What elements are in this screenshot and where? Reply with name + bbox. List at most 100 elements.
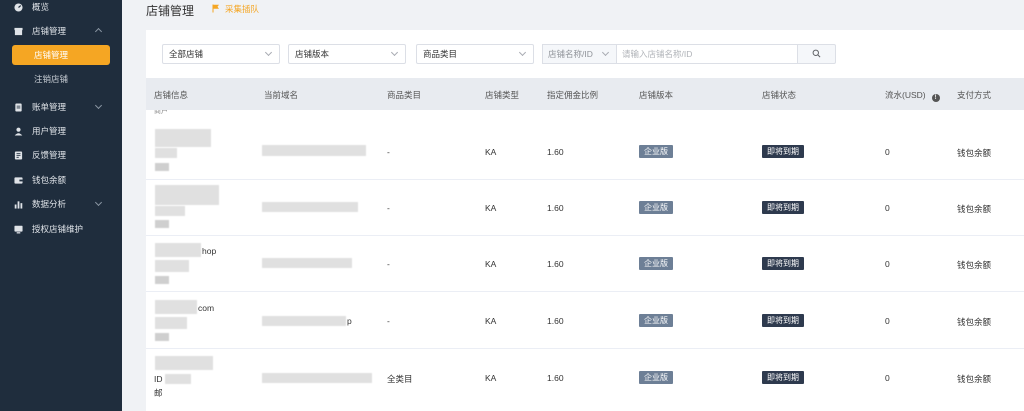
column-header-payment: 支付方式 bbox=[957, 90, 992, 100]
redacted-store-name bbox=[155, 356, 213, 370]
page-title: 店铺管理 bbox=[146, 4, 195, 18]
sidebar: 概览 店铺管理 店铺管理 注销店铺 账单管理 用户管理 反馈管理 钱包余额 数据… bbox=[0, 0, 122, 411]
sidebar-item-data-analysis[interactable]: 数据分析 bbox=[0, 193, 122, 215]
sidebar-item-authorized-store-maintenance[interactable]: 授权店铺维护 bbox=[0, 218, 122, 240]
flow-cell: 0 bbox=[885, 316, 890, 326]
sidebar-item-overview[interactable]: 概览 bbox=[0, 0, 122, 18]
chevron-down-icon bbox=[94, 198, 103, 207]
search-button[interactable] bbox=[798, 44, 836, 64]
table-row[interactable]: - KA 1.60 企业版 即将到期 0 钱包余额 bbox=[146, 180, 1024, 236]
redacted-store-name bbox=[155, 300, 197, 314]
store-icon bbox=[14, 27, 23, 36]
flow-cell: 0 bbox=[885, 147, 890, 157]
column-header-flow: 流水(USD)! bbox=[885, 89, 940, 102]
product-category-select[interactable]: 商品类目 bbox=[416, 44, 534, 64]
payment-cell: 钱包余额 bbox=[957, 260, 992, 270]
store-email-label: 邮 bbox=[154, 388, 163, 398]
flow-cell: 0 bbox=[885, 203, 890, 213]
column-header-store-info: 店铺信息 bbox=[154, 90, 189, 100]
redacted-domain bbox=[262, 145, 366, 156]
status-badge: 即将到期 bbox=[762, 257, 804, 270]
domain-suffix: p bbox=[347, 316, 352, 326]
user-icon bbox=[14, 127, 23, 136]
redacted-store-id bbox=[155, 220, 169, 228]
partial-row-text: 商户 bbox=[154, 110, 168, 115]
column-header-domain: 当前域名 bbox=[264, 90, 299, 100]
sidebar-item-label: 反馈管理 bbox=[32, 150, 67, 160]
store-type-cell: KA bbox=[485, 316, 497, 326]
redacted-domain bbox=[262, 373, 372, 383]
sidebar-item-label: 钱包余额 bbox=[32, 175, 67, 185]
sidebar-item-label: 账单管理 bbox=[32, 102, 67, 112]
sidebar-item-bill-management[interactable]: 账单管理 bbox=[0, 96, 122, 118]
category-cell: 全类目 bbox=[387, 374, 413, 384]
commission-cell: 1.60 bbox=[547, 316, 564, 326]
sidebar-item-label: 店铺管理 bbox=[32, 26, 67, 36]
payment-cell: 钱包余额 bbox=[957, 374, 992, 384]
redacted-store-detail bbox=[155, 206, 185, 216]
store-name-suffix: com bbox=[198, 303, 215, 313]
chevron-down-icon bbox=[94, 101, 103, 110]
payment-cell: 钱包余额 bbox=[957, 317, 992, 327]
redacted-store-detail bbox=[155, 317, 187, 329]
sidebar-subitem-store-management[interactable]: 店铺管理 bbox=[12, 45, 110, 65]
category-cell: - bbox=[387, 259, 390, 269]
chevron-down-icon bbox=[601, 48, 610, 57]
table-row[interactable]: hop - KA 1.60 企业版 即将到期 0 钱包余额 bbox=[146, 236, 1024, 292]
commission-cell: 1.60 bbox=[547, 259, 564, 269]
column-header-store-type: 店铺类型 bbox=[485, 90, 520, 100]
all-stores-select[interactable]: 全部店铺 bbox=[162, 44, 280, 64]
category-cell: - bbox=[387, 203, 390, 213]
chart-icon bbox=[14, 200, 23, 209]
select-value: 全部店铺 bbox=[169, 49, 204, 59]
sidebar-item-wallet-balance[interactable]: 钱包余额 bbox=[0, 169, 122, 191]
status-badge: 即将到期 bbox=[762, 145, 804, 158]
redacted-store-detail bbox=[155, 260, 189, 272]
column-header-flow-label: 流水(USD) bbox=[885, 90, 926, 100]
status-badge: 即将到期 bbox=[762, 371, 804, 384]
select-value: 商品类目 bbox=[423, 49, 458, 59]
redacted-store-name bbox=[155, 185, 219, 205]
sidebar-subitem-label: 注销店铺 bbox=[34, 74, 69, 84]
table-row[interactable]: com p - KA 1.60 企业版 即将到期 0 钱包余额 bbox=[146, 293, 1024, 349]
collect-link-label: 采集插队 bbox=[225, 4, 260, 14]
store-version-select[interactable]: 店铺版本 bbox=[288, 44, 406, 64]
redacted-store-detail bbox=[155, 148, 177, 158]
search-type-select[interactable]: 店铺名称/ID bbox=[542, 44, 616, 64]
sidebar-item-store-management[interactable]: 店铺管理 bbox=[0, 20, 122, 42]
flag-icon bbox=[212, 4, 220, 15]
sidebar-item-user-management[interactable]: 用户管理 bbox=[0, 120, 122, 142]
redacted-store-id bbox=[155, 333, 169, 341]
dashboard-icon bbox=[14, 2, 23, 12]
flow-cell: 0 bbox=[885, 373, 890, 383]
monitor-icon bbox=[14, 225, 23, 234]
sidebar-subitem-cancel-store[interactable]: 注销店铺 bbox=[12, 69, 110, 89]
commission-cell: 1.60 bbox=[547, 203, 564, 213]
table-row[interactable]: - KA 1.60 企业版 即将到期 0 钱包余额 bbox=[146, 124, 1024, 180]
collect-link[interactable]: 采集插队 bbox=[212, 3, 259, 15]
version-badge: 企业版 bbox=[639, 314, 673, 327]
sidebar-item-label: 数据分析 bbox=[32, 199, 67, 209]
store-type-cell: KA bbox=[485, 203, 497, 213]
chevron-down-icon bbox=[518, 48, 527, 57]
column-header-version: 店铺版本 bbox=[639, 90, 674, 100]
payment-cell: 钱包余额 bbox=[957, 204, 992, 214]
search-icon bbox=[812, 49, 821, 60]
table-row[interactable]: ID 邮 全类目 KA 1.60 企业版 即将到期 0 钱包余额 bbox=[146, 350, 1024, 411]
sidebar-subitem-label: 店铺管理 bbox=[34, 50, 69, 60]
category-cell: - bbox=[387, 316, 390, 326]
feedback-icon bbox=[14, 150, 23, 160]
info-icon[interactable]: ! bbox=[931, 94, 940, 102]
category-cell: - bbox=[387, 147, 390, 157]
commission-cell: 1.60 bbox=[547, 373, 564, 383]
store-type-cell: KA bbox=[485, 259, 497, 269]
select-value: 店铺版本 bbox=[295, 49, 330, 59]
column-header-status: 店铺状态 bbox=[762, 90, 797, 100]
column-header-category: 商品类目 bbox=[387, 90, 422, 100]
search-type-value: 店铺名称/ID bbox=[548, 49, 593, 59]
search-input[interactable] bbox=[616, 44, 798, 64]
sidebar-item-feedback-management[interactable]: 反馈管理 bbox=[0, 144, 122, 166]
store-type-cell: KA bbox=[485, 147, 497, 157]
bill-icon bbox=[14, 102, 23, 112]
column-header-commission: 指定佣金比例 bbox=[547, 90, 599, 100]
